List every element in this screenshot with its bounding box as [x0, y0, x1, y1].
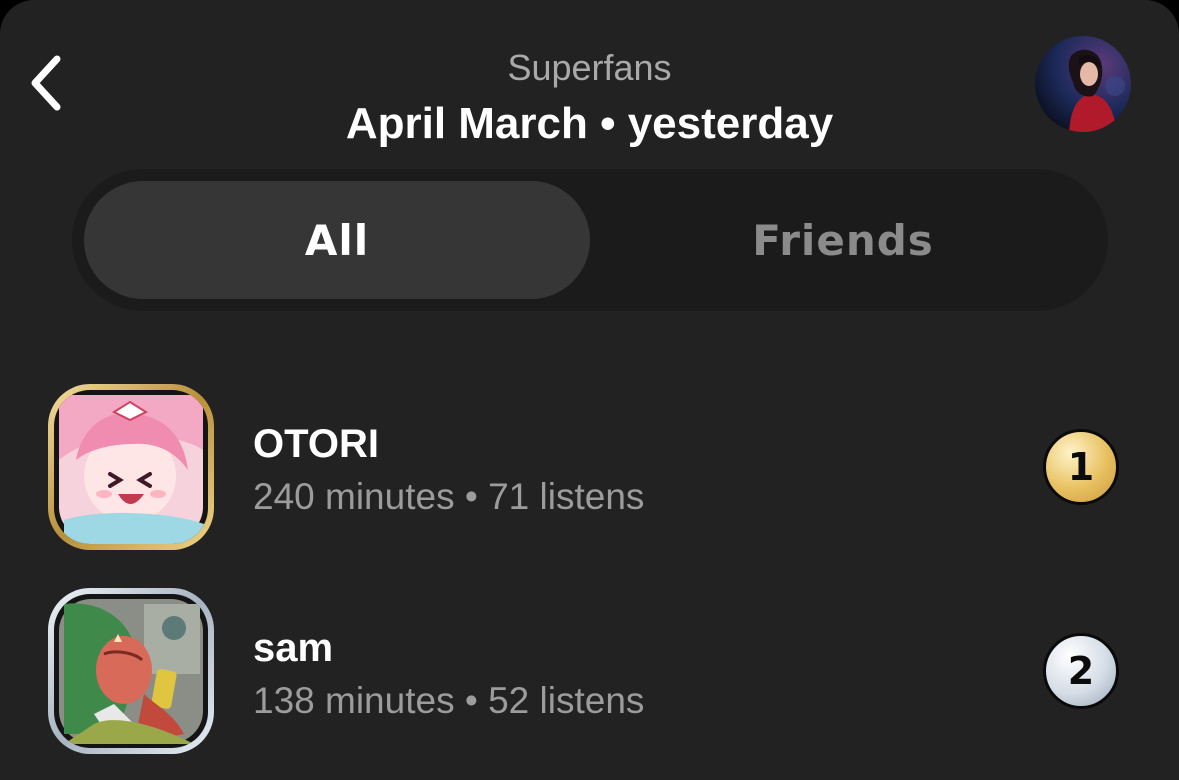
fan-stats: 240 minutes • 71 listens — [253, 476, 645, 517]
fan-name: OTORI — [253, 422, 379, 466]
fan-avatar — [48, 384, 214, 550]
header-subtitle: Superfans — [507, 47, 672, 88]
rank-badge: 1 — [1043, 429, 1119, 505]
fan-stats: 138 minutes • 52 listens — [253, 680, 645, 721]
superfans-sheet: Superfans April March • yesterday All Fr… — [0, 0, 1179, 780]
fan-avatar — [48, 588, 214, 754]
rank-badge: 2 — [1043, 633, 1119, 709]
tab-friends[interactable]: Friends — [590, 181, 1096, 299]
page-title: April March • yesterday — [345, 99, 834, 148]
artist-avatar[interactable] — [1035, 36, 1131, 132]
tab-all[interactable]: All — [84, 181, 590, 299]
list-item[interactable]: OTORI 240 minutes • 71 listens 1 — [0, 384, 1179, 554]
list-item[interactable]: sam 138 minutes • 52 listens 2 — [0, 588, 1179, 758]
fan-name: sam — [253, 626, 334, 670]
tab-switcher: All Friends — [72, 169, 1108, 311]
